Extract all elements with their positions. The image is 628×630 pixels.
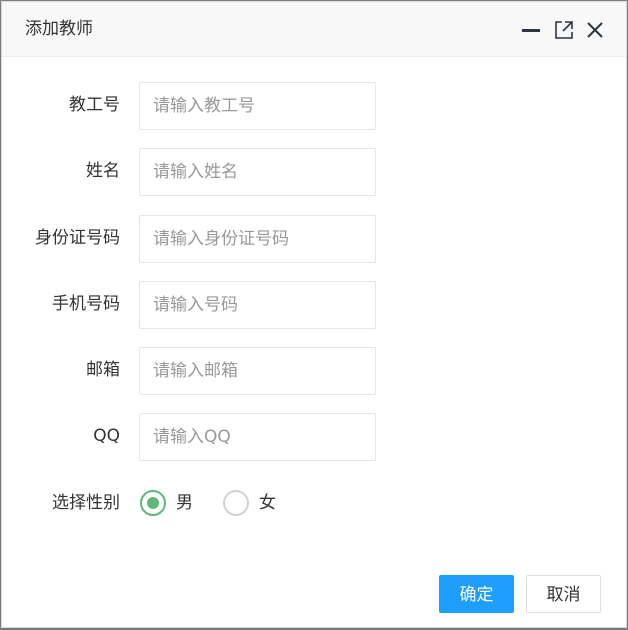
maximize-button[interactable]: [553, 19, 575, 41]
dialog-title: 添加教师: [25, 19, 93, 39]
close-button[interactable]: [584, 19, 606, 41]
form-row-id-number: 身份证号码: [2, 215, 628, 263]
form-row-staff-id: 教工号: [2, 82, 628, 130]
confirm-button[interactable]: 确定: [439, 575, 514, 613]
radio-dot: [147, 497, 159, 509]
radio-checked-icon[interactable]: [140, 490, 166, 516]
gender-radio-group: 男 女: [140, 488, 306, 518]
form-row-phone: 手机号码: [2, 281, 628, 329]
cancel-button[interactable]: 取消: [526, 575, 601, 613]
qq-input[interactable]: [139, 413, 376, 461]
add-teacher-dialog: 添加教师 教工号 姓名 身份证号码 手机: [1, 1, 627, 628]
name-input[interactable]: [139, 148, 376, 196]
id-number-input[interactable]: [139, 215, 376, 263]
qq-label: QQ: [93, 426, 120, 446]
email-input[interactable]: [139, 347, 376, 395]
name-label: 姓名: [86, 161, 120, 181]
phone-input[interactable]: [139, 281, 376, 329]
form-row-qq: QQ: [2, 413, 628, 461]
gender-female-label[interactable]: 女: [259, 492, 276, 514]
minimize-button[interactable]: [520, 19, 542, 41]
maximize-icon: [555, 21, 573, 39]
staff-id-label: 教工号: [69, 95, 120, 115]
form-row-name: 姓名: [2, 148, 628, 196]
email-label: 邮箱: [86, 360, 120, 380]
phone-label: 手机号码: [52, 294, 120, 314]
gender-option-male[interactable]: 男: [140, 490, 193, 516]
staff-id-input[interactable]: [139, 82, 376, 130]
radio-unchecked-icon[interactable]: [223, 490, 249, 516]
form-row-email: 邮箱: [2, 347, 628, 395]
dialog-titlebar: 添加教师: [2, 2, 626, 57]
id-number-label: 身份证号码: [35, 228, 120, 248]
minimize-icon: [522, 29, 540, 32]
gender-male-label[interactable]: 男: [176, 492, 193, 514]
gender-label: 选择性别: [52, 493, 120, 513]
close-icon: [587, 22, 603, 38]
gender-option-female[interactable]: 女: [223, 490, 276, 516]
form-row-gender: 选择性别 男 女: [2, 488, 628, 518]
